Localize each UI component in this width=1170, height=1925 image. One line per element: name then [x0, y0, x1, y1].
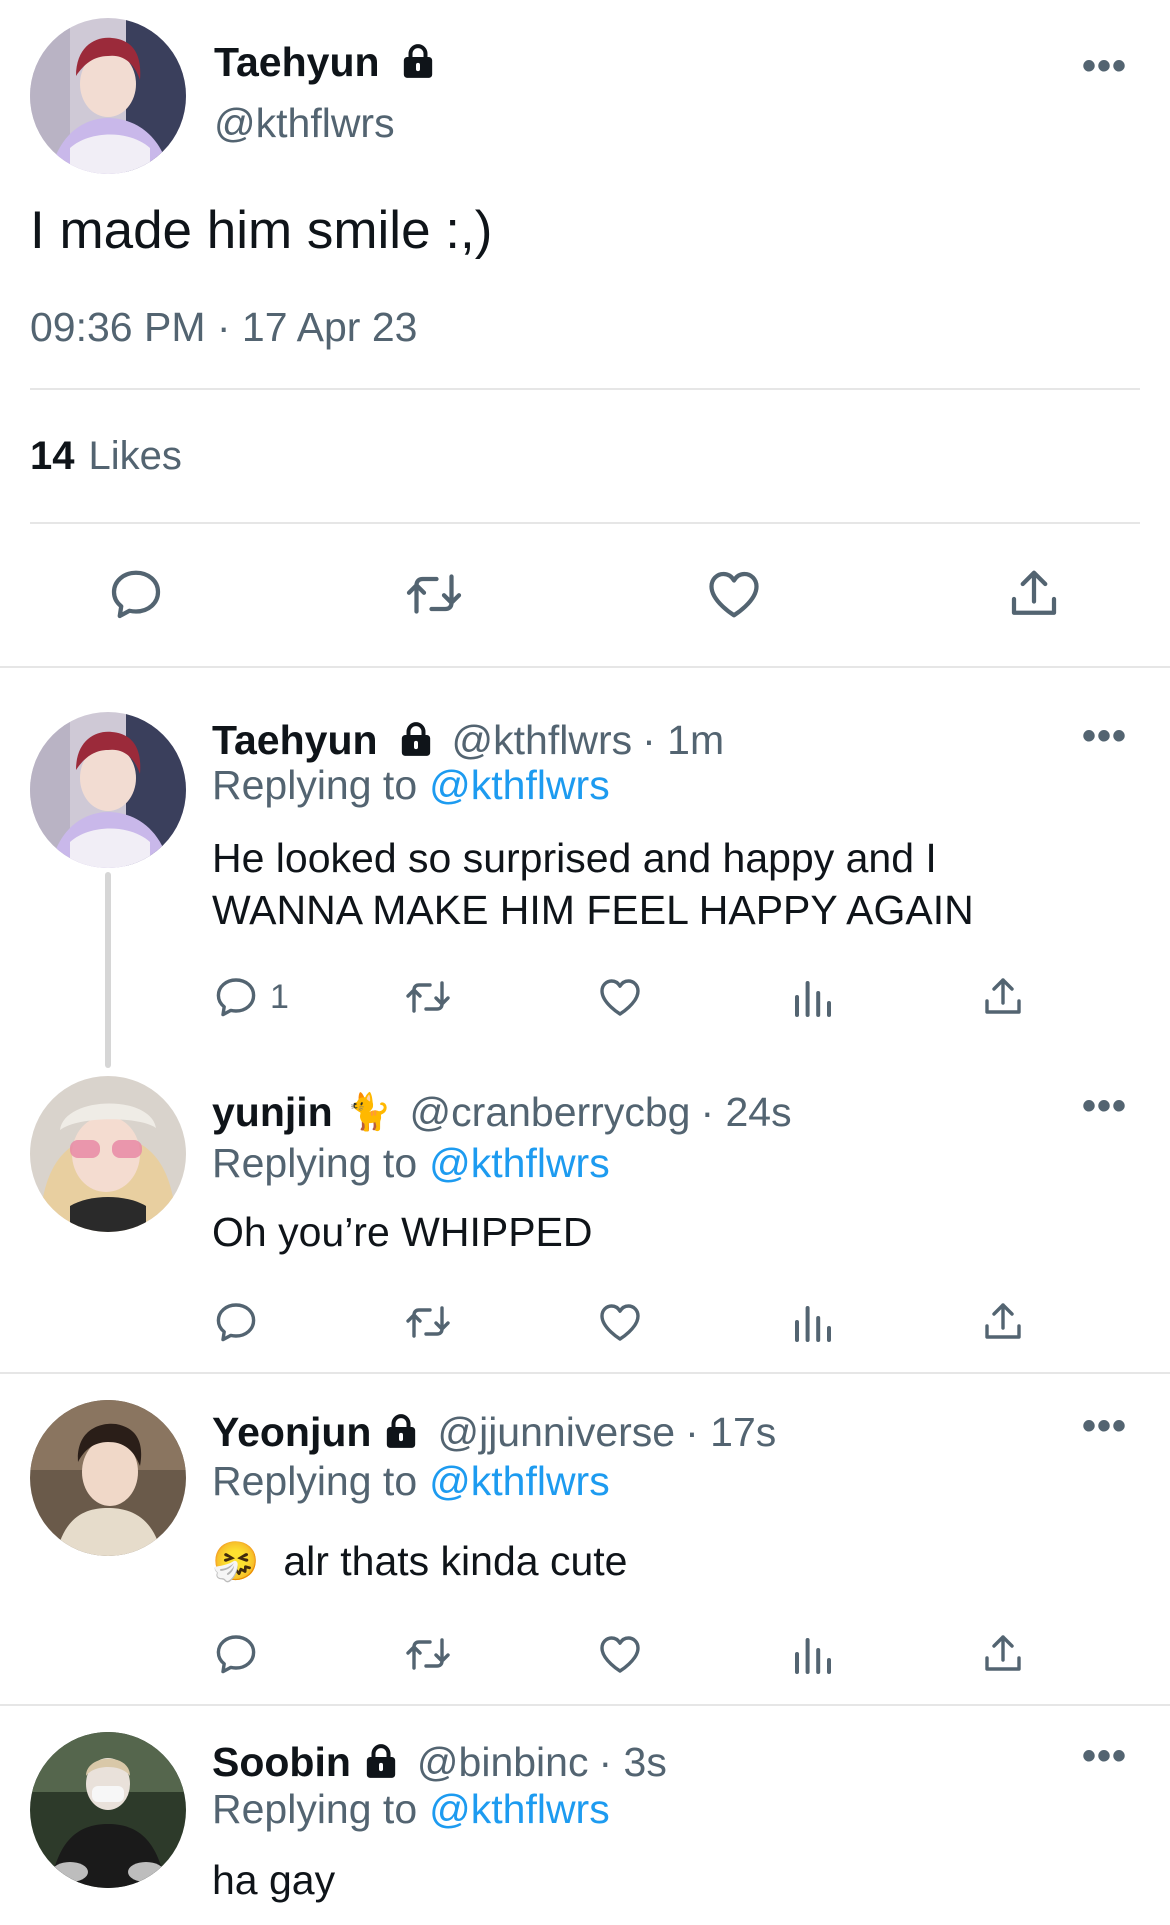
replying-to-link[interactable]: @kthflwrs: [429, 1458, 610, 1505]
stats-icon[interactable]: [789, 1630, 837, 1678]
replying-to-link[interactable]: @kthflwrs: [429, 1786, 610, 1833]
reply-header: yunjin 🐈 @cranberrycbg · 24s: [212, 1086, 792, 1138]
reply-author-name[interactable]: yunjin: [212, 1089, 333, 1136]
likes-label: Likes: [88, 434, 182, 478]
like-icon[interactable]: [704, 564, 764, 624]
reply-time[interactable]: · 17s: [685, 1409, 776, 1456]
main-tweet-timestamp: 09:36 PM · 17 Apr 23: [30, 304, 418, 350]
divider: [30, 522, 1140, 524]
main-author-name-row: Taehyun: [214, 36, 438, 88]
replying-to: Replying to @kthflwrs: [212, 1140, 610, 1187]
reply-author-name[interactable]: Soobin: [212, 1739, 351, 1786]
reply-icon[interactable]: [212, 1630, 260, 1678]
more-options-icon[interactable]: •••: [1082, 44, 1127, 89]
retweet-icon[interactable]: [404, 564, 464, 624]
reply-time[interactable]: · 24s: [700, 1089, 791, 1136]
reply-time[interactable]: · 1m: [642, 717, 724, 764]
reply-author-name[interactable]: Yeonjun: [212, 1409, 371, 1456]
main-tweet-text: I made him smile :,): [30, 201, 493, 260]
reply-button[interactable]: 1: [212, 973, 289, 1021]
replying-to-label: Replying to: [212, 1786, 418, 1832]
replying-to-label: Replying to: [212, 1140, 418, 1186]
main-author-avatar[interactable]: [30, 18, 186, 174]
retweet-icon[interactable]: [404, 1298, 452, 1346]
reply-text: Oh you’re WHIPPED: [212, 1209, 593, 1255]
share-icon[interactable]: [979, 973, 1027, 1021]
section-divider: [0, 1704, 1170, 1706]
retweet-icon[interactable]: [404, 973, 452, 1021]
reply-text-line: WANNA MAKE HIM FEEL HAPPY AGAIN: [212, 887, 974, 933]
main-author-handle[interactable]: @kthflwrs: [214, 100, 395, 147]
reply-text: ha gay: [212, 1857, 336, 1903]
reply-author-avatar[interactable]: [30, 1732, 186, 1888]
reply-author-name[interactable]: Taehyun: [212, 717, 378, 764]
reply-text: 🤧 alr thats kinda cute: [212, 1538, 627, 1585]
reply-author-handle[interactable]: @cranberrycbg: [410, 1089, 691, 1136]
retweet-icon[interactable]: [404, 1630, 452, 1678]
section-divider: [0, 666, 1170, 668]
replying-to: Replying to @kthflwrs: [212, 1786, 610, 1833]
replying-to: Replying to @kthflwrs: [212, 762, 610, 809]
reply-header: Taehyun @kthflwrs · 1m: [212, 714, 724, 766]
reply-text-line: He looked so surprised and happy and I: [212, 835, 937, 881]
divider: [30, 388, 1140, 390]
reply-header: Soobin @binbinc · 3s: [212, 1736, 667, 1788]
reply-author-avatar[interactable]: [30, 1076, 186, 1232]
like-icon[interactable]: [596, 1298, 644, 1346]
replying-to-label: Replying to: [212, 1458, 418, 1504]
more-options-icon[interactable]: •••: [1082, 1404, 1127, 1449]
reply-header: Yeonjun @jjunniverse · 17s: [212, 1406, 776, 1458]
like-icon[interactable]: [596, 1630, 644, 1678]
lock-icon: [398, 42, 438, 82]
reply-icon[interactable]: [212, 1298, 260, 1346]
reply-author-avatar[interactable]: [30, 712, 186, 868]
lock-icon: [361, 1742, 401, 1782]
replying-to-link[interactable]: @kthflwrs: [429, 1140, 610, 1187]
reply-icon[interactable]: [106, 564, 166, 624]
replying-to-link[interactable]: @kthflwrs: [429, 762, 610, 809]
more-options-icon[interactable]: •••: [1082, 1734, 1127, 1779]
stats-icon[interactable]: [789, 973, 837, 1021]
stats-icon[interactable]: [789, 1298, 837, 1346]
share-icon[interactable]: [979, 1630, 1027, 1678]
reply-author-avatar[interactable]: [30, 1400, 186, 1556]
thread-line: [105, 872, 111, 1068]
reply-author-handle[interactable]: @jjunniverse: [437, 1409, 675, 1456]
main-author-name[interactable]: Taehyun: [214, 39, 380, 86]
likes-stat[interactable]: 14 Likes: [30, 434, 182, 479]
reply-author-handle[interactable]: @binbinc: [417, 1739, 589, 1786]
sneezing-emoji: 🤧: [212, 1540, 260, 1583]
share-icon[interactable]: [979, 1298, 1027, 1346]
reply-author-handle[interactable]: @kthflwrs: [452, 717, 633, 764]
reply-time[interactable]: · 3s: [598, 1739, 666, 1786]
reply-count: 1: [270, 977, 289, 1016]
like-icon[interactable]: [596, 973, 644, 1021]
replying-to-label: Replying to: [212, 762, 418, 808]
section-divider: [0, 1372, 1170, 1374]
share-icon[interactable]: [1004, 564, 1064, 624]
reply-text-content: alr thats kinda cute: [283, 1538, 628, 1584]
lock-icon: [396, 720, 436, 760]
reply-icon: [212, 973, 260, 1021]
replying-to: Replying to @kthflwrs: [212, 1458, 610, 1505]
more-options-icon[interactable]: •••: [1082, 714, 1127, 759]
more-options-icon[interactable]: •••: [1082, 1084, 1127, 1129]
cat-emoji: 🐈: [346, 1091, 392, 1132]
likes-count: 14: [30, 434, 75, 478]
lock-icon: [381, 1412, 421, 1452]
